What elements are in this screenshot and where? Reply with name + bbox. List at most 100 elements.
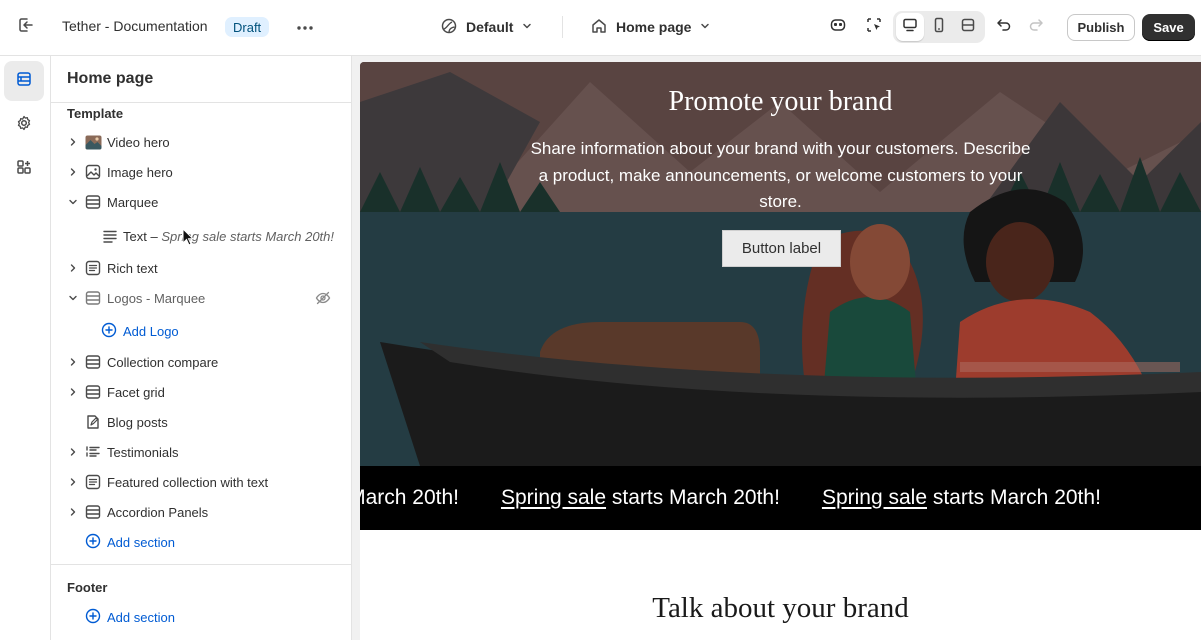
section-label: Rich text bbox=[107, 260, 158, 276]
mobile-view-button[interactable] bbox=[925, 13, 953, 41]
chevron-right-icon[interactable] bbox=[67, 476, 79, 488]
text-block-icon bbox=[84, 259, 102, 277]
rail-sections-button[interactable] bbox=[4, 61, 44, 101]
marquee-text: starts March 20th! bbox=[360, 486, 459, 509]
chevron-right-icon[interactable] bbox=[67, 506, 79, 518]
exit-icon bbox=[17, 16, 35, 39]
sidekick-button[interactable] bbox=[824, 13, 852, 41]
inspector-button[interactable] bbox=[860, 13, 888, 41]
add-logo-label: Add Logo bbox=[123, 324, 179, 339]
text-lines-icon bbox=[101, 227, 119, 245]
marquee-text: starts March 20th! bbox=[611, 486, 780, 509]
section-facet-grid[interactable]: Facet grid bbox=[51, 378, 351, 406]
fullscreen-view-button[interactable] bbox=[954, 13, 982, 41]
section-label: Collection compare bbox=[107, 354, 219, 370]
section-logos-marquee[interactable]: Logos - Marquee bbox=[51, 284, 351, 312]
top-bar: Tether - Documentation Draft Default Hom… bbox=[0, 0, 1201, 56]
list-icon bbox=[84, 443, 102, 461]
section-icon bbox=[84, 503, 102, 521]
chevron-right-icon[interactable] bbox=[67, 166, 79, 178]
sidebar-header: Home page bbox=[51, 56, 351, 103]
marquee-item: Spring sale starts March 20th! bbox=[501, 486, 780, 510]
redo-button[interactable] bbox=[1022, 13, 1050, 41]
section-label: Facet grid bbox=[107, 384, 165, 400]
chevron-right-icon[interactable] bbox=[67, 262, 79, 274]
section-featured-collection[interactable]: Featured collection with text bbox=[51, 468, 351, 496]
sections-sidebar: Home page Template Video hero Image hero… bbox=[51, 56, 352, 640]
section-label: Testimonials bbox=[107, 444, 179, 460]
section-marquee[interactable]: Marquee bbox=[51, 188, 351, 216]
page-selector[interactable]: Home page bbox=[582, 12, 719, 42]
add-section-label: Add section bbox=[107, 535, 175, 550]
sidekick-icon bbox=[829, 16, 847, 39]
undo-icon bbox=[996, 17, 1012, 38]
text-block-icon bbox=[84, 473, 102, 491]
rich-text-heading: Talk about your brand bbox=[652, 592, 909, 624]
section-collection-compare[interactable]: Collection compare bbox=[51, 348, 351, 376]
sidebar-divider bbox=[51, 564, 351, 565]
eye-hidden-icon[interactable] bbox=[315, 290, 331, 306]
plus-circle-icon bbox=[85, 608, 101, 627]
footer-add-section-label: Add section bbox=[107, 610, 175, 625]
marquee-item: Spring sale starts March 20th! bbox=[822, 486, 1101, 510]
hero-button[interactable]: Button label bbox=[722, 230, 841, 267]
section-icon bbox=[84, 193, 102, 211]
gear-icon bbox=[15, 114, 33, 137]
chevron-down-icon bbox=[521, 19, 533, 35]
hero-section[interactable]: Promote your brand Share information abo… bbox=[360, 62, 1201, 466]
undo-button[interactable] bbox=[990, 13, 1018, 41]
chevron-right-icon[interactable] bbox=[67, 446, 79, 458]
section-video-hero[interactable]: Video hero bbox=[51, 128, 351, 156]
blog-icon bbox=[84, 413, 102, 431]
chevron-right-icon[interactable] bbox=[67, 136, 79, 148]
marquee-text: starts March 20th! bbox=[932, 486, 1101, 509]
block-marquee-text[interactable]: Text – Spring sale starts March 20th! bbox=[51, 222, 351, 250]
layout-sections-icon bbox=[15, 70, 33, 93]
section-icon bbox=[84, 353, 102, 371]
marquee-link[interactable]: Spring sale bbox=[822, 486, 927, 509]
save-button[interactable]: Save bbox=[1142, 14, 1195, 41]
section-label: Video hero bbox=[107, 134, 170, 150]
add-section-button[interactable]: Add section bbox=[85, 533, 175, 552]
rail-theme-settings-button[interactable] bbox=[4, 105, 44, 145]
rail-apps-button[interactable] bbox=[4, 149, 44, 189]
hero-heading: Promote your brand bbox=[668, 86, 893, 117]
add-logo-button[interactable]: Add Logo bbox=[101, 322, 179, 341]
more-actions-button[interactable] bbox=[290, 12, 320, 42]
plus-circle-icon bbox=[101, 322, 117, 341]
publish-button[interactable]: Publish bbox=[1067, 14, 1135, 41]
inspector-icon bbox=[865, 16, 883, 39]
preset-label: Default bbox=[466, 19, 514, 35]
app-blocks-icon bbox=[15, 158, 33, 181]
chevron-down-icon bbox=[699, 19, 711, 35]
mouse-cursor-icon bbox=[182, 227, 195, 251]
fullscreen-icon bbox=[960, 17, 976, 38]
draft-badge: Draft bbox=[225, 17, 270, 37]
topbar-divider bbox=[562, 16, 563, 38]
desktop-view-button[interactable] bbox=[896, 13, 924, 41]
plus-circle-icon bbox=[85, 533, 101, 552]
chevron-right-icon[interactable] bbox=[67, 386, 79, 398]
section-testimonials[interactable]: Testimonials bbox=[51, 438, 351, 466]
section-accordion-panels[interactable]: Accordion Panels bbox=[51, 498, 351, 526]
footer-add-section-button[interactable]: Add section bbox=[85, 608, 175, 627]
home-icon bbox=[590, 17, 608, 38]
exit-button[interactable] bbox=[10, 12, 42, 42]
desktop-icon bbox=[902, 17, 918, 38]
theme-globe-icon bbox=[440, 17, 458, 38]
mobile-icon bbox=[931, 17, 947, 38]
chevron-down-icon[interactable] bbox=[67, 292, 79, 304]
marquee-link[interactable]: Spring sale bbox=[501, 486, 606, 509]
block-prefix: Text – bbox=[123, 228, 158, 244]
chevron-down-icon[interactable] bbox=[67, 196, 79, 208]
chevron-right-icon[interactable] bbox=[67, 356, 79, 368]
section-label: Featured collection with text bbox=[107, 474, 269, 490]
section-image-hero[interactable]: Image hero bbox=[51, 158, 351, 186]
redo-icon bbox=[1028, 17, 1044, 38]
store-preview-canvas[interactable]: Promote your brand Share information abo… bbox=[360, 62, 1201, 640]
section-rich-text[interactable]: Rich text bbox=[51, 254, 351, 282]
marquee-section[interactable]: Spring sale starts March 20th!Spring sal… bbox=[360, 466, 1201, 530]
section-blog-posts[interactable]: Blog posts bbox=[51, 408, 351, 436]
theme-preset-selector[interactable]: Default bbox=[432, 12, 541, 42]
theme-title: Tether - Documentation bbox=[62, 18, 208, 34]
